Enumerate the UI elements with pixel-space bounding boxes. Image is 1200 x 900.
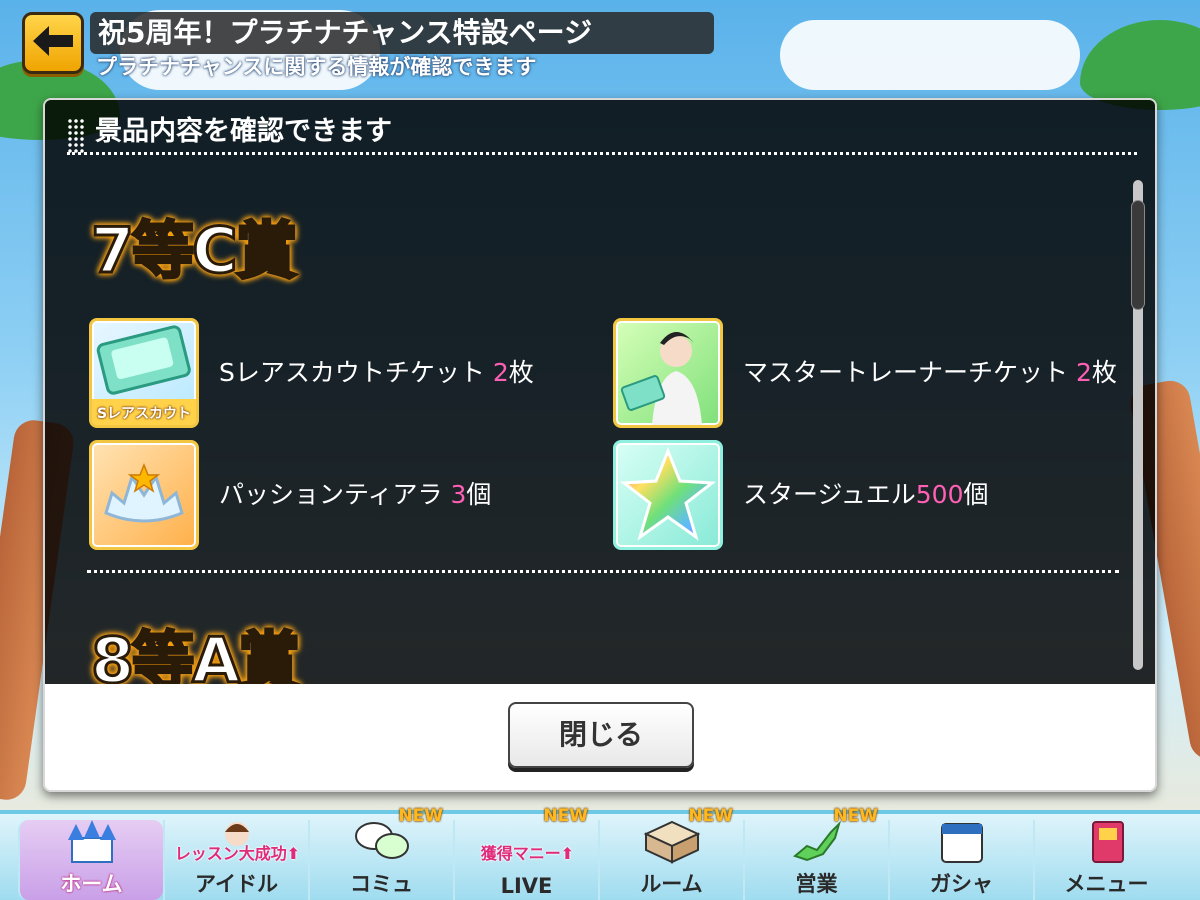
room-icon (642, 820, 702, 864)
new-badge: NEW (688, 806, 733, 826)
master-trainer-ticket-icon (613, 318, 723, 428)
section-divider (87, 570, 1119, 573)
castle-icon (62, 820, 122, 864)
nav-item-home[interactable]: ホーム (18, 820, 163, 900)
prize-item: マスタートレーナーチケット 2枚 (613, 318, 1133, 428)
map-icon (787, 820, 847, 864)
prize-rank-title: 8等A賞 (89, 610, 301, 685)
nav-item-live[interactable]: NEW 獲得マニー⬆ LIVE (453, 806, 598, 900)
passion-tiara-icon (89, 440, 199, 550)
new-badge: NEW (398, 806, 443, 826)
s-rare-scout-ticket-icon: Sレアスカウト (89, 318, 199, 428)
nav-item-gacha[interactable]: ガシャ (888, 820, 1033, 900)
gacha-icon (932, 820, 992, 864)
prize-item-label: Sレアスカウトチケット 2枚 (219, 358, 534, 387)
scrollbar-thumb[interactable] (1131, 200, 1145, 310)
prize-item: Sレアスカウト Sレアスカウトチケット 2枚 (89, 318, 609, 428)
prize-list[interactable]: 7等C賞 Sレアスカウト Sレアスカウトチケット 2枚 マスタートレーナーチケッ… (45, 160, 1155, 684)
arrow-left-icon (31, 24, 75, 62)
dialog-body: 景品内容を確認できます 7等C賞 Sレアスカウト Sレアスカウトチケット 2枚 (45, 100, 1155, 684)
new-badge: NEW (543, 806, 588, 826)
prize-item: パッションティアラ 3個 (89, 440, 609, 550)
menu-book-icon (1077, 820, 1137, 864)
nav-item-idol[interactable]: レッスン大成功⬆ アイドル (163, 820, 308, 900)
speech-bubble-icon (352, 820, 412, 864)
new-badge: NEW (833, 806, 878, 826)
close-button[interactable]: 閉じる (508, 702, 694, 768)
prize-rank-title: 7等C賞 (90, 200, 300, 290)
star-jewel-icon (613, 440, 723, 550)
promo-text: レッスン大成功⬆ (174, 844, 301, 863)
heading-dots-icon (67, 118, 85, 154)
dialog-footer: 閉じる (45, 684, 1155, 790)
prize-item-label: パッションティアラ 3個 (219, 480, 492, 509)
page-header: 祝5周年！プラチナチャンス特設ページ プラチナチャンスに関する情報が確認できます (18, 8, 718, 80)
nav-item-room[interactable]: NEW ルーム (598, 806, 743, 900)
nav-item-menu[interactable]: メニュー (1033, 820, 1178, 900)
back-button[interactable] (22, 12, 84, 74)
page-subtitle: プラチナチャンスに関する情報が確認できます (96, 55, 537, 79)
promo-text: 獲得マニー⬆ (480, 844, 575, 863)
prize-details-dialog: 景品内容を確認できます 7等C賞 Sレアスカウト Sレアスカウトチケット 2枚 (43, 98, 1157, 792)
nav-item-sales[interactable]: NEW 営業 (743, 806, 888, 900)
bottom-nav: ホーム レッスン大成功⬆ アイドル NEW コミュ NEW 獲得マニー⬆ LIV… (0, 806, 1200, 900)
prize-item-label: スタージュエル500個 (743, 480, 989, 509)
page-title: 祝5周年！プラチナチャンス特設ページ (90, 12, 714, 54)
nav-item-commu[interactable]: NEW コミュ (308, 806, 453, 900)
prize-item: スタージュエル500個 (613, 440, 1133, 550)
prize-item-label: マスタートレーナーチケット 2枚 (743, 358, 1117, 387)
dialog-heading: 景品内容を確認できます (95, 116, 392, 147)
heading-divider (67, 152, 1137, 156)
